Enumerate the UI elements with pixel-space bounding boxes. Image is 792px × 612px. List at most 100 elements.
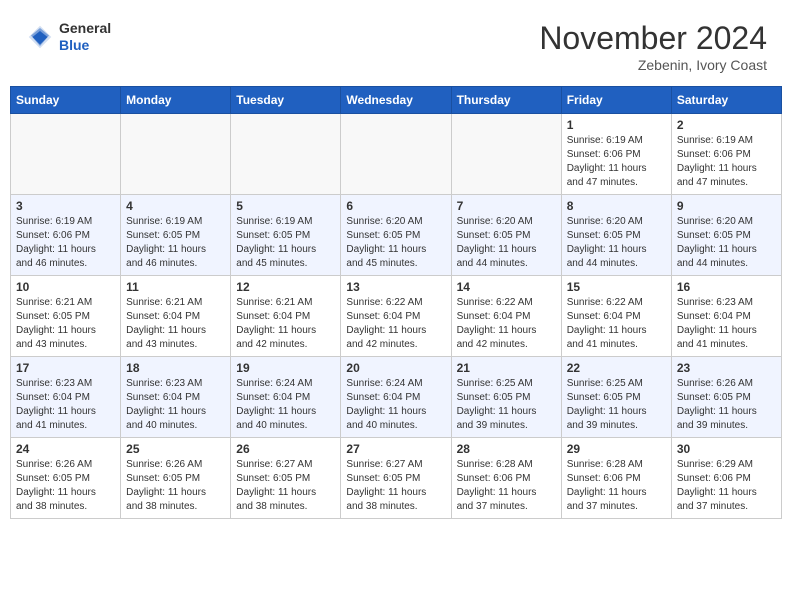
day-number: 7 (457, 199, 556, 213)
calendar-day-2: 2Sunrise: 6:19 AMSunset: 6:06 PMDaylight… (671, 114, 781, 195)
calendar-day-1: 1 Sunrise: 6:19 AMSunset: 6:06 PMDaylight… (561, 114, 671, 195)
calendar-day-empty-3 (341, 114, 451, 195)
calendar-day-empty-4 (451, 114, 561, 195)
calendar-day-13: 13 Sunrise: 6:22 AMSunset: 6:04 PMDayligh… (341, 276, 451, 357)
day-number: 25 (126, 442, 225, 456)
day-info: Sunrise: 6:23 AMSunset: 6:04 PMDaylight:… (677, 296, 776, 352)
logo-icon (25, 22, 55, 52)
calendar-week-5: 24 Sunrise: 6:26 AMSunset: 6:05 PMDayligh… (11, 438, 782, 519)
calendar-day-7: 7Sunrise: 6:20 AMSunset: 6:05 PMDaylight… (451, 195, 561, 276)
weekday-header-row: SundayMondayTuesdayWednesdayThursdayFrid… (11, 87, 782, 114)
day-number: 23 (677, 361, 776, 375)
day-number: 10 (16, 280, 115, 294)
day-number: 27 (346, 442, 445, 456)
calendar-day-3: 3Sunrise: 6:19 AMSunset: 6:06 PMDaylight… (11, 195, 121, 276)
day-number: 8 (567, 199, 666, 213)
day-info: Sunrise: 6:25 AMSunset: 6:05 PMDaylight:… (567, 377, 666, 433)
calendar-day-18: 18 Sunrise: 6:23 AMSunset: 6:04 PMDayligh… (121, 357, 231, 438)
day-info: Sunrise: 6:23 AMSunset: 6:04 PMDaylight:… (126, 377, 225, 433)
calendar-day-17: 17 Sunrise: 6:23 AMSunset: 6:04 PMDayligh… (11, 357, 121, 438)
calendar-week-2: 3Sunrise: 6:19 AMSunset: 6:06 PMDaylight… (11, 195, 782, 276)
day-number: 17 (16, 361, 115, 375)
day-number: 16 (677, 280, 776, 294)
day-number: 18 (126, 361, 225, 375)
weekday-header-sunday: Sunday (11, 87, 121, 114)
weekday-header-saturday: Saturday (671, 87, 781, 114)
calendar-day-23: 23 Sunrise: 6:26 AMSunset: 6:05 PMDayligh… (671, 357, 781, 438)
calendar-day-25: 25 Sunrise: 6:26 AMSunset: 6:05 PMDayligh… (121, 438, 231, 519)
calendar-day-28: 28Sunrise: 6:28 AMSunset: 6:06 PMDayligh… (451, 438, 561, 519)
weekday-header-wednesday: Wednesday (341, 87, 451, 114)
logo-blue: Blue (59, 37, 111, 54)
day-number: 12 (236, 280, 335, 294)
calendar-day-19: 19 Sunrise: 6:24 AMSunset: 6:04 PMDayligh… (231, 357, 341, 438)
logo-text: General Blue (59, 20, 111, 54)
day-info: Sunrise: 6:27 AMSunset: 6:05 PMDaylight:… (346, 458, 445, 514)
day-info: Sunrise: 6:23 AMSunset: 6:04 PMDaylight:… (16, 377, 115, 433)
day-info: Sunrise: 6:26 AMSunset: 6:05 PMDaylight:… (126, 458, 225, 514)
title-area: November 2024 Zebenin, Ivory Coast (539, 20, 767, 73)
calendar-week-3: 10 Sunrise: 6:21 AMSunset: 6:05 PMDayligh… (11, 276, 782, 357)
day-info: Sunrise: 6:19 AMSunset: 6:06 PMDaylight:… (567, 134, 666, 190)
weekday-header-monday: Monday (121, 87, 231, 114)
calendar-week-1: 1 Sunrise: 6:19 AMSunset: 6:06 PMDaylight… (11, 114, 782, 195)
day-info: Sunrise: 6:24 AMSunset: 6:04 PMDaylight:… (346, 377, 445, 433)
calendar-day-12: 12 Sunrise: 6:21 AMSunset: 6:04 PMDayligh… (231, 276, 341, 357)
calendar-day-9: 9Sunrise: 6:20 AMSunset: 6:05 PMDaylight… (671, 195, 781, 276)
day-info: Sunrise: 6:28 AMSunset: 6:06 PMDaylight:… (567, 458, 666, 514)
day-number: 9 (677, 199, 776, 213)
calendar-day-21: 21 Sunrise: 6:25 AMSunset: 6:05 PMDayligh… (451, 357, 561, 438)
calendar-day-27: 27 Sunrise: 6:27 AMSunset: 6:05 PMDayligh… (341, 438, 451, 519)
day-number: 14 (457, 280, 556, 294)
calendar-day-24: 24Sunrise: 6:26 AMSunset: 6:05 PMDayligh… (11, 438, 121, 519)
calendar-day-14: 14 Sunrise: 6:22 AMSunset: 6:04 PMDayligh… (451, 276, 561, 357)
day-info: Sunrise: 6:19 AMSunset: 6:06 PMDaylight:… (16, 215, 115, 271)
calendar-day-empty-1 (121, 114, 231, 195)
calendar-day-15: 15 Sunrise: 6:22 AMSunset: 6:04 PMDayligh… (561, 276, 671, 357)
calendar-day-10: 10 Sunrise: 6:21 AMSunset: 6:05 PMDayligh… (11, 276, 121, 357)
weekday-header-friday: Friday (561, 87, 671, 114)
day-info: Sunrise: 6:24 AMSunset: 6:04 PMDaylight:… (236, 377, 335, 433)
day-number: 15 (567, 280, 666, 294)
day-number: 13 (346, 280, 445, 294)
day-info: Sunrise: 6:19 AMSunset: 6:06 PMDaylight:… (677, 134, 776, 190)
day-info: Sunrise: 6:19 AMSunset: 6:05 PMDaylight:… (126, 215, 225, 271)
day-info: Sunrise: 6:21 AMSunset: 6:04 PMDaylight:… (236, 296, 335, 352)
logo: General Blue (25, 20, 111, 54)
day-info: Sunrise: 6:20 AMSunset: 6:05 PMDaylight:… (346, 215, 445, 271)
calendar-day-8: 8 Sunrise: 6:20 AMSunset: 6:05 PMDaylight… (561, 195, 671, 276)
day-info: Sunrise: 6:22 AMSunset: 6:04 PMDaylight:… (457, 296, 556, 352)
weekday-header-tuesday: Tuesday (231, 87, 341, 114)
day-info: Sunrise: 6:21 AMSunset: 6:05 PMDaylight:… (16, 296, 115, 352)
day-number: 21 (457, 361, 556, 375)
day-number: 6 (346, 199, 445, 213)
calendar-day-22: 22Sunrise: 6:25 AMSunset: 6:05 PMDayligh… (561, 357, 671, 438)
day-number: 1 (567, 118, 666, 132)
day-info: Sunrise: 6:29 AMSunset: 6:06 PMDaylight:… (677, 458, 776, 514)
calendar-table: SundayMondayTuesdayWednesdayThursdayFrid… (10, 86, 782, 519)
day-info: Sunrise: 6:21 AMSunset: 6:04 PMDaylight:… (126, 296, 225, 352)
day-number: 30 (677, 442, 776, 456)
calendar-day-20: 20 Sunrise: 6:24 AMSunset: 6:04 PMDayligh… (341, 357, 451, 438)
month-title: November 2024 (539, 20, 767, 57)
day-info: Sunrise: 6:25 AMSunset: 6:05 PMDaylight:… (457, 377, 556, 433)
logo-general: General (59, 20, 111, 37)
day-number: 20 (346, 361, 445, 375)
day-info: Sunrise: 6:22 AMSunset: 6:04 PMDaylight:… (346, 296, 445, 352)
day-info: Sunrise: 6:27 AMSunset: 6:05 PMDaylight:… (236, 458, 335, 514)
location-subtitle: Zebenin, Ivory Coast (539, 57, 767, 73)
calendar-day-26: 26 Sunrise: 6:27 AMSunset: 6:05 PMDayligh… (231, 438, 341, 519)
day-number: 26 (236, 442, 335, 456)
calendar-day-4: 4 Sunrise: 6:19 AMSunset: 6:05 PMDaylight… (121, 195, 231, 276)
day-number: 28 (457, 442, 556, 456)
day-number: 29 (567, 442, 666, 456)
day-info: Sunrise: 6:22 AMSunset: 6:04 PMDaylight:… (567, 296, 666, 352)
day-info: Sunrise: 6:20 AMSunset: 6:05 PMDaylight:… (567, 215, 666, 271)
day-info: Sunrise: 6:26 AMSunset: 6:05 PMDaylight:… (677, 377, 776, 433)
day-number: 4 (126, 199, 225, 213)
calendar-day-16: 16 Sunrise: 6:23 AMSunset: 6:04 PMDayligh… (671, 276, 781, 357)
day-number: 24 (16, 442, 115, 456)
day-info: Sunrise: 6:19 AMSunset: 6:05 PMDaylight:… (236, 215, 335, 271)
day-number: 19 (236, 361, 335, 375)
calendar-day-5: 5Sunrise: 6:19 AMSunset: 6:05 PMDaylight… (231, 195, 341, 276)
